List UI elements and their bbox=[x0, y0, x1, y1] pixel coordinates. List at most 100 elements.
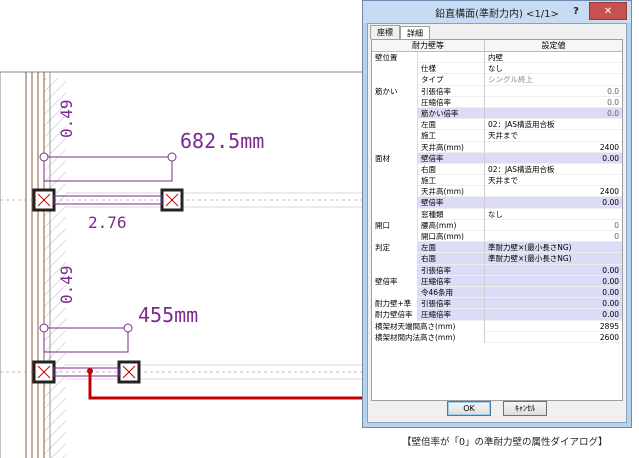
row-value[interactable]: なし bbox=[484, 63, 622, 75]
header-value: 設定値 bbox=[484, 40, 622, 51]
figure-caption: 【壁倍率が「0」の準耐力壁の属性ダイアログ】 bbox=[402, 437, 608, 448]
row-value[interactable]: 0.00 bbox=[484, 275, 622, 287]
row-group-label bbox=[372, 63, 417, 74]
grid-row[interactable]: 耐力壁倍率 圧縮倍率 0.00 bbox=[372, 309, 622, 321]
row-item-label: 引張倍率 bbox=[417, 85, 484, 97]
row-value[interactable]: 0.00 bbox=[484, 152, 622, 164]
grid-row[interactable]: 施工 天井まで bbox=[372, 130, 622, 142]
row-group-label: 開口 bbox=[375, 220, 390, 230]
row-value[interactable]: 天井まで bbox=[484, 175, 622, 187]
grid-row[interactable]: 令46条用 0.00 bbox=[372, 286, 622, 299]
tab-details[interactable]: 詳細 bbox=[400, 26, 430, 40]
row-value[interactable]: 02：JAS構造用合板 bbox=[484, 163, 622, 176]
row-value[interactable]: 2895 bbox=[484, 320, 622, 332]
row-group-label: 壁位置 bbox=[375, 53, 398, 62]
row-group-label bbox=[372, 97, 417, 108]
row-value[interactable]: 0.00 bbox=[484, 197, 622, 209]
grid-row[interactable]: 左面 02：JAS構造用合板 bbox=[372, 119, 622, 131]
row-value[interactable]: 0.0 bbox=[484, 96, 622, 108]
row-value[interactable]: 0 bbox=[484, 219, 622, 231]
row-item-label bbox=[417, 52, 484, 64]
row-item-label: 窓種類 bbox=[417, 208, 484, 220]
grid-row[interactable]: 横架材間内法高さ(mm) 2600 bbox=[372, 331, 622, 343]
tab-coordinates[interactable]: 座標 bbox=[370, 25, 400, 39]
row-value[interactable]: 2400 bbox=[484, 141, 622, 153]
property-grid[interactable]: 耐力壁等 設定値 壁位置 内壁 仕様 なし タイプ シングル終上 筋かい 引張倍率 0.0 圧縮倍… bbox=[371, 39, 623, 401]
row-item-label: 壁倍率 bbox=[417, 197, 484, 209]
close-button[interactable]: ✕ bbox=[589, 2, 627, 20]
header-attribute: 耐力壁等 bbox=[412, 41, 444, 50]
grid-row[interactable]: 耐力壁+準 引張倍率 0.00 bbox=[372, 298, 622, 310]
row-value[interactable]: 0.0 bbox=[484, 107, 622, 120]
row-value[interactable]: 準耐力壁×(最小長さNG) bbox=[484, 253, 622, 265]
grid-row[interactable]: 横架材天端間高さ(mm) 2895 bbox=[372, 320, 622, 332]
row-group-label: 横架材天端間高さ(mm) bbox=[375, 321, 456, 331]
row-item-label: 引張倍率 bbox=[417, 298, 484, 310]
help-button[interactable]: ? bbox=[565, 2, 587, 20]
dim-wall: 2.76 bbox=[88, 213, 127, 232]
row-item-label: 引張倍率 bbox=[417, 264, 484, 276]
grid-row[interactable]: 天井高(mm) 2400 bbox=[372, 141, 622, 153]
row-item-label: 令46条用 bbox=[417, 286, 484, 299]
row-group-label: 壁倍率 bbox=[375, 276, 398, 286]
row-value[interactable]: 天井まで bbox=[484, 130, 622, 142]
grid-row[interactable]: 圧縮倍率 0.0 bbox=[372, 96, 622, 108]
grid-row[interactable]: 壁位置 内壁 bbox=[372, 52, 622, 64]
row-value[interactable]: 0.00 bbox=[484, 286, 622, 299]
row-group-label bbox=[372, 108, 417, 119]
row-item-label: 腰高(mm) bbox=[417, 219, 484, 231]
grid-row[interactable]: 右面 02：JAS構造用合板 bbox=[372, 163, 622, 176]
row-group-label bbox=[372, 74, 417, 85]
row-value[interactable]: 内壁 bbox=[484, 52, 622, 64]
grid-row[interactable]: 窓種類 なし bbox=[372, 208, 622, 220]
row-value[interactable]: 0.00 bbox=[484, 264, 622, 276]
grid-row[interactable]: 壁倍率 0.00 bbox=[372, 197, 622, 209]
row-item-label: 施工 bbox=[417, 130, 484, 142]
row-item-label: 圧縮倍率 bbox=[417, 275, 484, 287]
grid-row[interactable]: 筋かい 引張倍率 0.0 bbox=[372, 85, 622, 97]
row-group-label bbox=[372, 265, 417, 276]
grid-row[interactable]: 壁倍率 圧縮倍率 0.00 bbox=[372, 275, 622, 287]
grid-row[interactable]: 筋かい倍率 0.0 bbox=[372, 107, 622, 120]
row-item-label: 天井高(mm) bbox=[417, 141, 484, 153]
row-item-label: 壁倍率 bbox=[417, 152, 484, 164]
ok-button[interactable]: OK bbox=[447, 401, 491, 416]
dim-bottom-length: 455mm bbox=[138, 303, 198, 327]
row-group-label bbox=[372, 231, 417, 242]
row-value[interactable]: 02：JAS構造用合板 bbox=[484, 119, 622, 131]
row-item-label: 施工 bbox=[417, 175, 484, 187]
row-group-label: 横架材間内法高さ(mm) bbox=[375, 332, 456, 342]
row-value[interactable]: 2600 bbox=[484, 331, 622, 343]
screen: 682.5mm 2.76 0.49 455mm 0.49 鉛直構面(準耐力内) … bbox=[0, 0, 639, 458]
dialog-footer: OK ｷｬﾝｾﾙ bbox=[368, 401, 626, 416]
row-group-label bbox=[372, 197, 417, 208]
grid-header: 耐力壁等 設定値 bbox=[372, 40, 622, 52]
grid-row[interactable]: 天井高(mm) 2400 bbox=[372, 186, 622, 198]
grid-row[interactable]: 右面 準耐力壁×(最小長さNG) bbox=[372, 253, 622, 265]
grid-row[interactable]: 開口 腰高(mm) 0 bbox=[372, 219, 622, 231]
row-item-label: 左面 bbox=[417, 242, 484, 254]
row-value[interactable]: 0.0 bbox=[484, 85, 622, 97]
row-value[interactable]: 0.00 bbox=[484, 298, 622, 310]
row-item-label: 圧縮倍率 bbox=[417, 309, 484, 321]
row-group-label bbox=[372, 253, 417, 264]
row-value[interactable]: 準耐力壁×(最小長さNG) bbox=[484, 242, 622, 254]
grid-row[interactable]: 面材 壁倍率 0.00 bbox=[372, 152, 622, 164]
row-item-label: 左面 bbox=[417, 119, 484, 131]
grid-row[interactable]: 引張倍率 0.00 bbox=[372, 264, 622, 276]
grid-row[interactable]: 判定 左面 準耐力壁×(最小長さNG) bbox=[372, 242, 622, 254]
grid-row[interactable]: タイプ シングル終上 bbox=[372, 74, 622, 86]
row-value[interactable]: 2400 bbox=[484, 186, 622, 198]
row-value[interactable]: なし bbox=[484, 208, 622, 220]
cancel-button[interactable]: ｷｬﾝｾﾙ bbox=[503, 401, 547, 416]
dialog-titlebar[interactable]: 鉛直構面(準耐力内) <1/1> ? ✕ bbox=[363, 1, 631, 23]
row-value[interactable]: 0.00 bbox=[484, 309, 622, 321]
row-value[interactable]: シングル終上 bbox=[484, 74, 622, 86]
row-value[interactable]: 0 bbox=[484, 231, 622, 243]
attribute-dialog: 鉛直構面(準耐力内) <1/1> ? ✕ 座標 詳細 耐力壁等 設定値 壁位置 内… bbox=[362, 0, 632, 428]
grid-row[interactable]: 仕様 なし bbox=[372, 63, 622, 75]
tab-bar: 座標 詳細 bbox=[368, 24, 626, 40]
row-group-label bbox=[372, 142, 417, 153]
grid-row[interactable]: 施工 天井まで bbox=[372, 175, 622, 187]
grid-row[interactable]: 開口高(mm) 0 bbox=[372, 231, 622, 243]
